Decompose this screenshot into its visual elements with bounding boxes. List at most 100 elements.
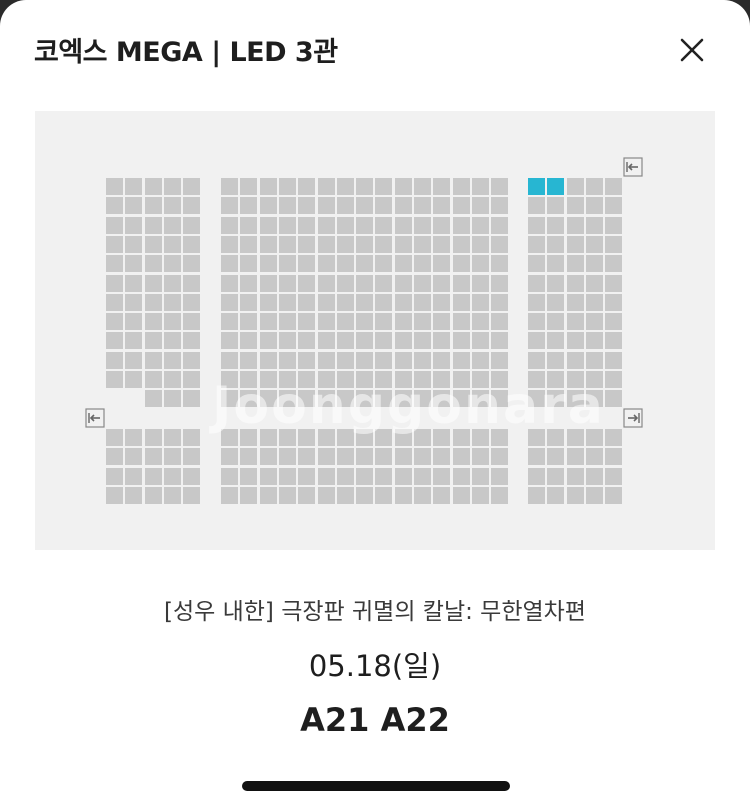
seat[interactable] xyxy=(585,197,603,215)
seat[interactable] xyxy=(163,197,181,215)
seat[interactable] xyxy=(317,255,335,273)
seat[interactable] xyxy=(394,448,412,466)
seat[interactable] xyxy=(183,255,201,273)
seat[interactable] xyxy=(144,235,162,253)
seat[interactable] xyxy=(414,255,431,273)
seat[interactable] xyxy=(259,371,277,388)
seat[interactable] xyxy=(125,371,143,388)
seat[interactable] xyxy=(336,467,354,485)
seat[interactable] xyxy=(317,197,335,215)
seat[interactable] xyxy=(605,274,623,292)
seat[interactable] xyxy=(452,293,470,311)
seat[interactable] xyxy=(394,274,412,292)
seat[interactable] xyxy=(240,371,258,388)
seat[interactable] xyxy=(375,332,393,350)
seat[interactable] xyxy=(471,448,489,466)
seat[interactable] xyxy=(394,486,412,504)
seat[interactable] xyxy=(414,332,431,350)
seat[interactable] xyxy=(183,486,201,504)
seat[interactable] xyxy=(585,351,603,369)
seat[interactable] xyxy=(585,371,603,388)
seat[interactable] xyxy=(259,390,277,408)
seat[interactable] xyxy=(547,235,565,253)
seat[interactable] xyxy=(585,448,603,466)
seat-selected[interactable] xyxy=(547,178,565,195)
seat[interactable] xyxy=(394,255,412,273)
seat[interactable] xyxy=(183,178,201,195)
seat[interactable] xyxy=(433,371,451,388)
seat[interactable] xyxy=(125,178,143,195)
seat[interactable] xyxy=(259,448,277,466)
seat[interactable] xyxy=(144,293,162,311)
seat[interactable] xyxy=(125,429,143,446)
seat[interactable] xyxy=(491,351,509,369)
seat[interactable] xyxy=(375,293,393,311)
seat[interactable] xyxy=(547,332,565,350)
seat[interactable] xyxy=(125,332,143,350)
seat[interactable] xyxy=(566,448,584,466)
seat[interactable] xyxy=(144,467,162,485)
seat[interactable] xyxy=(375,486,393,504)
seat[interactable] xyxy=(375,178,393,195)
seat[interactable] xyxy=(394,332,412,350)
seat[interactable] xyxy=(394,390,412,408)
seat[interactable] xyxy=(547,274,565,292)
seat[interactable] xyxy=(605,313,623,331)
seat[interactable] xyxy=(528,274,545,292)
seat[interactable] xyxy=(278,313,296,331)
seat[interactable] xyxy=(125,351,143,369)
seat[interactable] xyxy=(566,178,584,195)
seat[interactable] xyxy=(585,332,603,350)
seat[interactable] xyxy=(605,429,623,446)
seat[interactable] xyxy=(452,235,470,253)
seat[interactable] xyxy=(163,351,181,369)
seat[interactable] xyxy=(566,197,584,215)
seat[interactable] xyxy=(566,274,584,292)
seat[interactable] xyxy=(585,178,603,195)
seat[interactable] xyxy=(414,178,431,195)
seat[interactable] xyxy=(240,293,258,311)
seat[interactable] xyxy=(298,351,316,369)
seat[interactable] xyxy=(144,448,162,466)
seat[interactable] xyxy=(452,486,470,504)
seat[interactable] xyxy=(278,197,296,215)
seat[interactable] xyxy=(433,197,451,215)
seat[interactable] xyxy=(547,467,565,485)
seat[interactable] xyxy=(394,351,412,369)
seat[interactable] xyxy=(471,351,489,369)
seat[interactable] xyxy=(259,255,277,273)
seat[interactable] xyxy=(433,351,451,369)
seat[interactable] xyxy=(144,429,162,446)
seat[interactable] xyxy=(336,351,354,369)
seat[interactable] xyxy=(298,255,316,273)
seat[interactable] xyxy=(471,274,489,292)
seat[interactable] xyxy=(240,235,258,253)
seat[interactable] xyxy=(471,255,489,273)
seat[interactable] xyxy=(491,448,509,466)
seat[interactable] xyxy=(106,486,123,504)
seat[interactable] xyxy=(471,390,489,408)
seat[interactable] xyxy=(298,235,316,253)
seat[interactable] xyxy=(106,216,123,234)
seat-selected[interactable] xyxy=(528,178,545,195)
seat[interactable] xyxy=(528,197,545,215)
seat[interactable] xyxy=(336,216,354,234)
seat[interactable] xyxy=(221,448,238,466)
seat[interactable] xyxy=(144,216,162,234)
seat[interactable] xyxy=(317,448,335,466)
seat[interactable] xyxy=(566,313,584,331)
seat[interactable] xyxy=(491,255,509,273)
seat[interactable] xyxy=(278,351,296,369)
seat[interactable] xyxy=(375,313,393,331)
seat[interactable] xyxy=(585,274,603,292)
seat[interactable] xyxy=(452,216,470,234)
seat[interactable] xyxy=(394,467,412,485)
seat[interactable] xyxy=(163,486,181,504)
seat[interactable] xyxy=(259,178,277,195)
seat[interactable] xyxy=(240,351,258,369)
seat[interactable] xyxy=(259,197,277,215)
seat[interactable] xyxy=(259,235,277,253)
seat[interactable] xyxy=(259,313,277,331)
seat[interactable] xyxy=(336,390,354,408)
seat[interactable] xyxy=(433,216,451,234)
